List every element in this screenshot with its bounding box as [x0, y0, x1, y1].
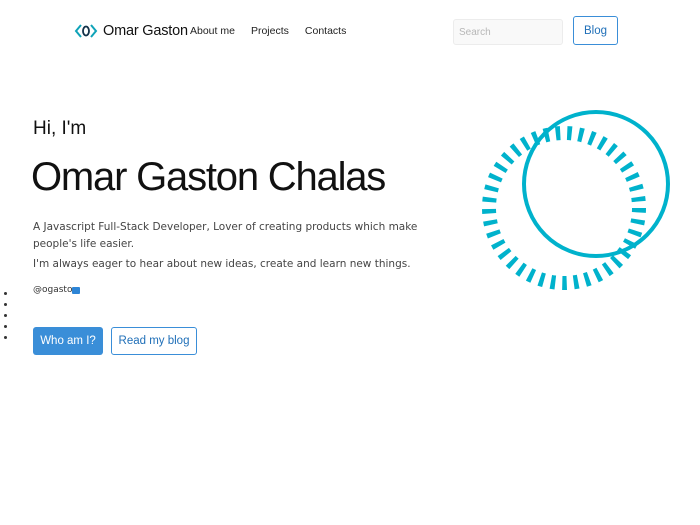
side-nav-dot[interactable] [4, 303, 7, 306]
side-dot-navigation [4, 292, 10, 347]
hero-description: A Javascript Full-Stack Developer, Lover… [33, 221, 418, 250]
search-input[interactable] [453, 19, 563, 45]
hero-name-heading: Omar Gaston Chalas [31, 155, 386, 199]
side-nav-dot[interactable] [4, 292, 7, 295]
side-nav-dot[interactable] [4, 336, 7, 339]
side-nav-dot[interactable] [4, 325, 7, 328]
nav-link-projects[interactable]: Projects [251, 25, 289, 37]
side-nav-dot[interactable] [4, 314, 7, 317]
blog-button[interactable]: Blog [573, 16, 618, 45]
brand-logo[interactable]: Omar Gaston [74, 21, 188, 41]
who-am-i-button[interactable]: Who am I? [33, 327, 103, 355]
hero-description-secondary: I'm always eager to hear about new ideas… [33, 258, 411, 270]
nav-links: About me Projects Contacts [190, 25, 362, 37]
top-navbar: Omar Gaston About me Projects Contacts B… [0, 0, 700, 62]
greeting-text: Hi, I'm [33, 118, 87, 139]
social-handle[interactable]: @ogaston [33, 285, 81, 295]
external-link-icon [72, 286, 81, 294]
nav-link-contacts[interactable]: Contacts [305, 25, 346, 37]
read-my-blog-button[interactable]: Read my blog [111, 327, 197, 355]
brand-name: Omar Gaston [103, 23, 188, 39]
decorative-rings-graphic [482, 110, 670, 290]
nav-link-about-me[interactable]: About me [190, 25, 235, 37]
dashed-ring [482, 126, 646, 290]
code-brackets-icon [74, 24, 98, 38]
